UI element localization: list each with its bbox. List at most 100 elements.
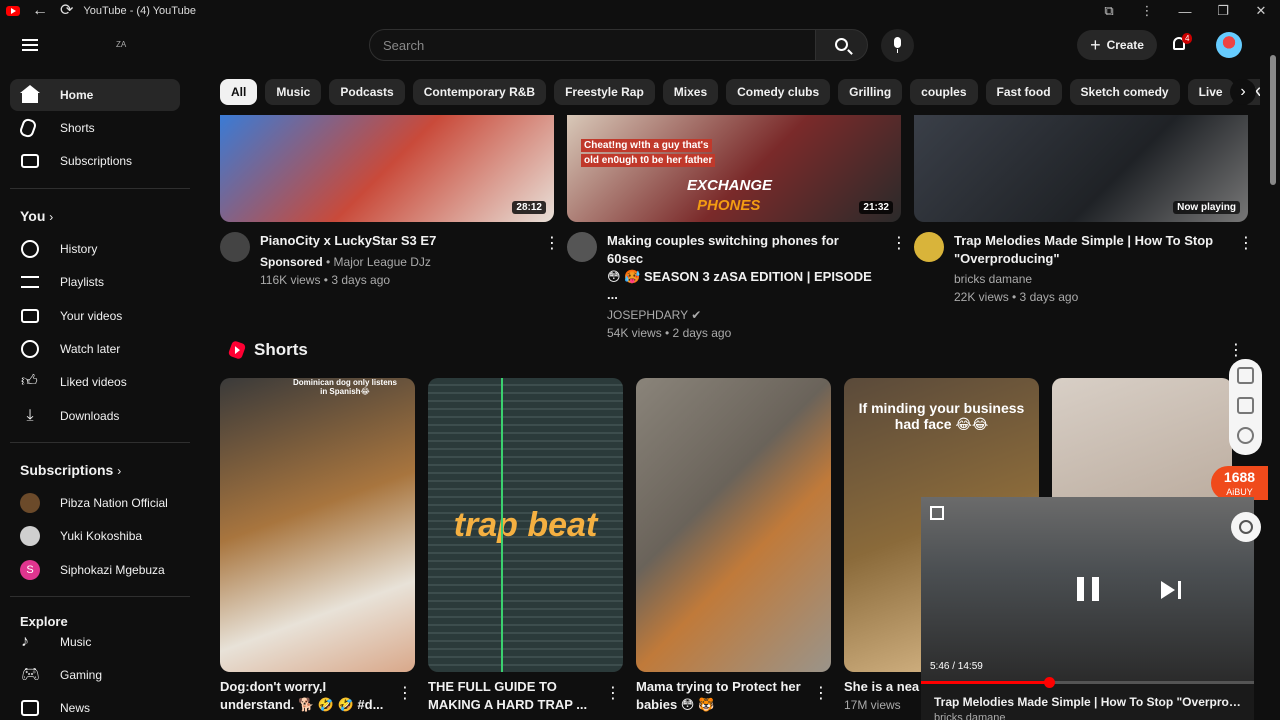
- mini-player-title[interactable]: Trap Melodies Made Simple | How To Stop …: [934, 695, 1246, 709]
- settings-icon[interactable]: [1231, 512, 1261, 542]
- search-button[interactable]: [815, 29, 868, 61]
- sidebar-item-shorts[interactable]: Shorts: [10, 112, 180, 144]
- you-heading[interactable]: You ›: [20, 208, 53, 224]
- minimize-button[interactable]: —: [1166, 4, 1204, 19]
- aibuy-badge[interactable]: 1688 AiBUY: [1211, 466, 1268, 500]
- video-thumbnail[interactable]: 28:12: [220, 115, 554, 222]
- shorts-icon: [18, 117, 38, 139]
- chip-contemporary-rnb[interactable]: Contemporary R&B: [412, 79, 547, 105]
- account-avatar[interactable]: [1216, 32, 1242, 58]
- sidebar-item-downloads[interactable]: ⤓ Downloads: [10, 400, 180, 432]
- search-input[interactable]: [369, 29, 816, 61]
- chip-comedy-clubs[interactable]: Comedy clubs: [726, 79, 831, 105]
- mini-player[interactable]: 5:46 / 14:59 Trap Melodies Made Simple |…: [921, 497, 1254, 720]
- video-title[interactable]: Trap Melodies Made Simple | How To Stop: [954, 232, 1224, 250]
- chip-freestyle-rap[interactable]: Freestyle Rap: [554, 79, 655, 105]
- short-title[interactable]: THE FULL GUIDE TO MAKING A HARD TRAP ...: [428, 678, 598, 714]
- create-button[interactable]: + Create: [1077, 30, 1157, 60]
- short-title[interactable]: Mama trying to Protect her babies 😳 🐯: [636, 678, 806, 714]
- sidebar-item-your-videos[interactable]: Your videos: [10, 300, 180, 332]
- screenshot-icon[interactable]: [1237, 397, 1254, 414]
- subscriptions-heading[interactable]: Subscriptions ›: [20, 462, 121, 478]
- ai-assistant-icon[interactable]: [1237, 427, 1254, 444]
- chip-sketch-comedy[interactable]: Sketch comedy: [1069, 79, 1180, 105]
- more-options-icon[interactable]: [813, 683, 829, 703]
- video-stats: 116K views • 3 days ago: [260, 273, 391, 287]
- chip-mixes[interactable]: Mixes: [662, 79, 719, 105]
- channel-name[interactable]: JOSEPHDARY ✔: [607, 306, 877, 324]
- progress-bar[interactable]: [921, 677, 1254, 688]
- sidebar-channel-siphokazi[interactable]: S Siphokazi Mgebuza: [10, 554, 180, 586]
- chip-podcasts[interactable]: Podcasts: [329, 79, 405, 105]
- scrollbar[interactable]: [1270, 55, 1276, 185]
- sidebar-item-subscriptions[interactable]: Subscriptions: [10, 145, 180, 177]
- close-button[interactable]: ✕: [1242, 3, 1280, 19]
- divider: [10, 442, 190, 443]
- video-thumbnail[interactable]: Cheat!ng w!th a guy that's old en0ugh t0…: [567, 115, 901, 222]
- menu-icon[interactable]: [22, 39, 38, 51]
- chevron-right-icon[interactable]: ›: [1230, 79, 1256, 105]
- translate-icon[interactable]: [1237, 367, 1254, 384]
- thumbnail-overlay-text: Dominican dog only listens in Spanish😂: [292, 378, 397, 396]
- thumbnail-overlay-text: EXCHANGE: [687, 177, 773, 194]
- chip-couples[interactable]: couples: [910, 79, 978, 105]
- sidebar-item-liked-videos[interactable]: 👍︎ Liked videos: [10, 366, 180, 398]
- more-options-icon[interactable]: [891, 233, 907, 253]
- short-title[interactable]: She is a nea 17M views: [844, 678, 924, 714]
- channel-name[interactable]: Major League DJz: [334, 255, 431, 269]
- sidebar-item-watch-later[interactable]: Watch later: [10, 333, 180, 365]
- reload-icon[interactable]: ⟳: [60, 0, 73, 22]
- sidebar-item-news[interactable]: News: [10, 692, 180, 720]
- microphone-icon: [894, 37, 901, 53]
- extensions-icon[interactable]: ⧉: [1090, 3, 1128, 19]
- clock-icon: [21, 340, 39, 358]
- mini-player-video[interactable]: 5:46 / 14:59: [921, 497, 1254, 684]
- chip-all[interactable]: All: [220, 79, 258, 105]
- expand-icon[interactable]: [930, 506, 944, 520]
- sidebar-item-home[interactable]: Home: [10, 79, 180, 111]
- maximize-button[interactable]: ❐: [1204, 3, 1242, 19]
- sidebar-item-playlists[interactable]: Playlists: [10, 266, 180, 298]
- plus-icon: +: [1090, 34, 1101, 55]
- video-title[interactable]: Making couples switching phones for 60se…: [607, 232, 877, 268]
- chip-live[interactable]: Live: [1187, 79, 1234, 105]
- back-arrow-icon[interactable]: ←: [32, 0, 48, 22]
- mini-player-channel: bricks damane: [934, 712, 1006, 720]
- video-title-line2[interactable]: "Overproducing": [954, 250, 1224, 268]
- sidebar-channel-pibza-nation[interactable]: Pibza Nation Official: [10, 487, 180, 519]
- short-thumbnail[interactable]: [636, 378, 831, 672]
- channel-avatar[interactable]: [220, 232, 250, 262]
- sidebar-item-history[interactable]: History: [10, 233, 180, 265]
- short-thumbnail[interactable]: trap beat: [428, 378, 623, 672]
- video-thumbnail[interactable]: Now playing: [914, 115, 1248, 222]
- pause-icon[interactable]: [1077, 577, 1099, 601]
- short-title[interactable]: Dog:don't worry,I understand. 🐕 🤣 🤣 #d...: [220, 678, 390, 714]
- next-icon[interactable]: [1161, 581, 1181, 599]
- more-options-icon[interactable]: [1238, 233, 1254, 253]
- more-options-icon[interactable]: ⋮: [1228, 340, 1244, 360]
- channel-avatar[interactable]: [914, 232, 944, 262]
- channel-avatar[interactable]: [567, 232, 597, 262]
- youtube-logo-icon: [6, 6, 20, 16]
- sidebar-item-music[interactable]: ♪ Music: [10, 626, 180, 658]
- more-options-icon[interactable]: [605, 683, 621, 703]
- chip-music[interactable]: Music: [265, 79, 322, 105]
- scrubber-handle[interactable]: [1044, 677, 1056, 688]
- short-thumbnail[interactable]: Dominican dog only listens in Spanish😂: [220, 378, 415, 672]
- shorts-section-header: Shorts: [227, 340, 308, 360]
- more-options-icon[interactable]: ⋮: [1128, 3, 1166, 19]
- playback-time: 5:46 / 14:59: [930, 661, 983, 672]
- more-options-icon[interactable]: [397, 683, 413, 703]
- chip-grilling[interactable]: Grilling: [838, 79, 903, 105]
- notifications-button[interactable]: 4: [1170, 33, 1193, 56]
- channel-name[interactable]: bricks damane: [954, 270, 1224, 288]
- chip-fast-food[interactable]: Fast food: [985, 79, 1062, 105]
- voice-search-button[interactable]: [881, 29, 914, 62]
- video-title-line2[interactable]: 😳 🥵 SEASON 3 zASA EDITION | EPISODE ...: [607, 268, 877, 304]
- video-title[interactable]: PianoCity x LuckyStar S3 E7: [260, 232, 530, 250]
- divider: [10, 188, 190, 189]
- sidebar-item-gaming[interactable]: 🎮︎ Gaming: [10, 659, 180, 691]
- sidebar-channel-yuki-kokoshiba[interactable]: Yuki Kokoshiba: [10, 520, 180, 552]
- more-options-icon[interactable]: [544, 233, 560, 253]
- chevron-right-icon: ›: [49, 210, 54, 224]
